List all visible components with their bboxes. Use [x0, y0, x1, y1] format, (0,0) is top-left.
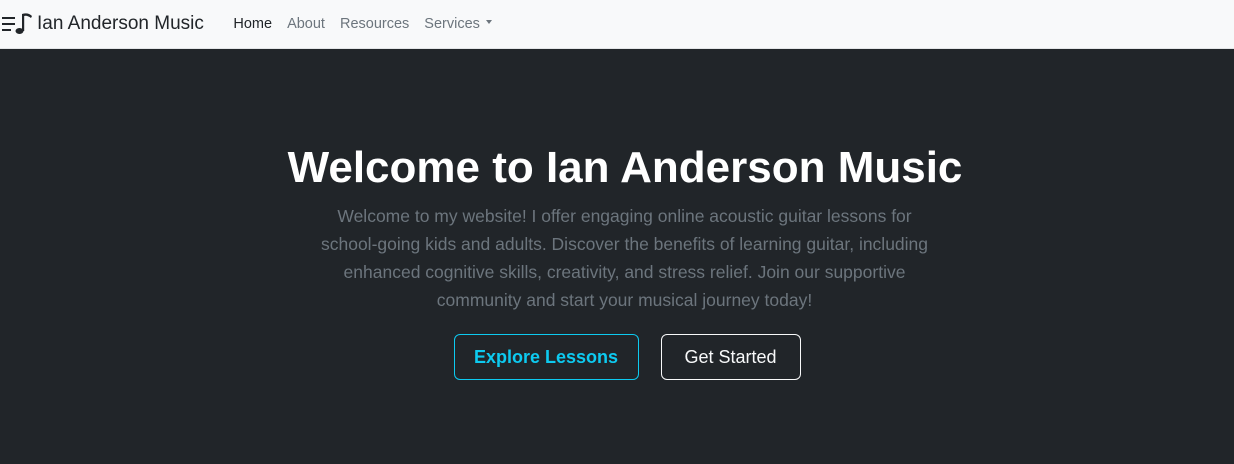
get-started-button[interactable]: Get Started: [660, 334, 801, 380]
caret-down-icon: [485, 20, 492, 24]
music-playlist-icon: [2, 12, 34, 36]
hero-section: Welcome to Ian Anderson Music Welcome to…: [0, 49, 1234, 464]
nav-link-resources[interactable]: Resources: [332, 16, 416, 32]
hero-buttons: Explore Lessons Get Started: [0, 334, 1234, 380]
nav-dropdown-services[interactable]: Services: [417, 16, 500, 32]
brand-link[interactable]: Ian Anderson Music: [0, 0, 204, 49]
nav-links: Home About Resources Services: [226, 0, 500, 49]
hero-title: Welcome to Ian Anderson Music: [287, 143, 963, 192]
nav-link-about[interactable]: About: [280, 16, 333, 32]
navbar: Ian Anderson Music Home About Resources …: [0, 0, 1234, 49]
explore-lessons-button[interactable]: Explore Lessons: [453, 334, 639, 380]
brand-text: Ian Anderson Music: [37, 13, 204, 34]
nav-link-home[interactable]: Home: [226, 16, 280, 32]
nav-link-services-label: Services: [424, 16, 480, 32]
hero-lead: Welcome to my website! I offer engaging …: [320, 206, 929, 310]
